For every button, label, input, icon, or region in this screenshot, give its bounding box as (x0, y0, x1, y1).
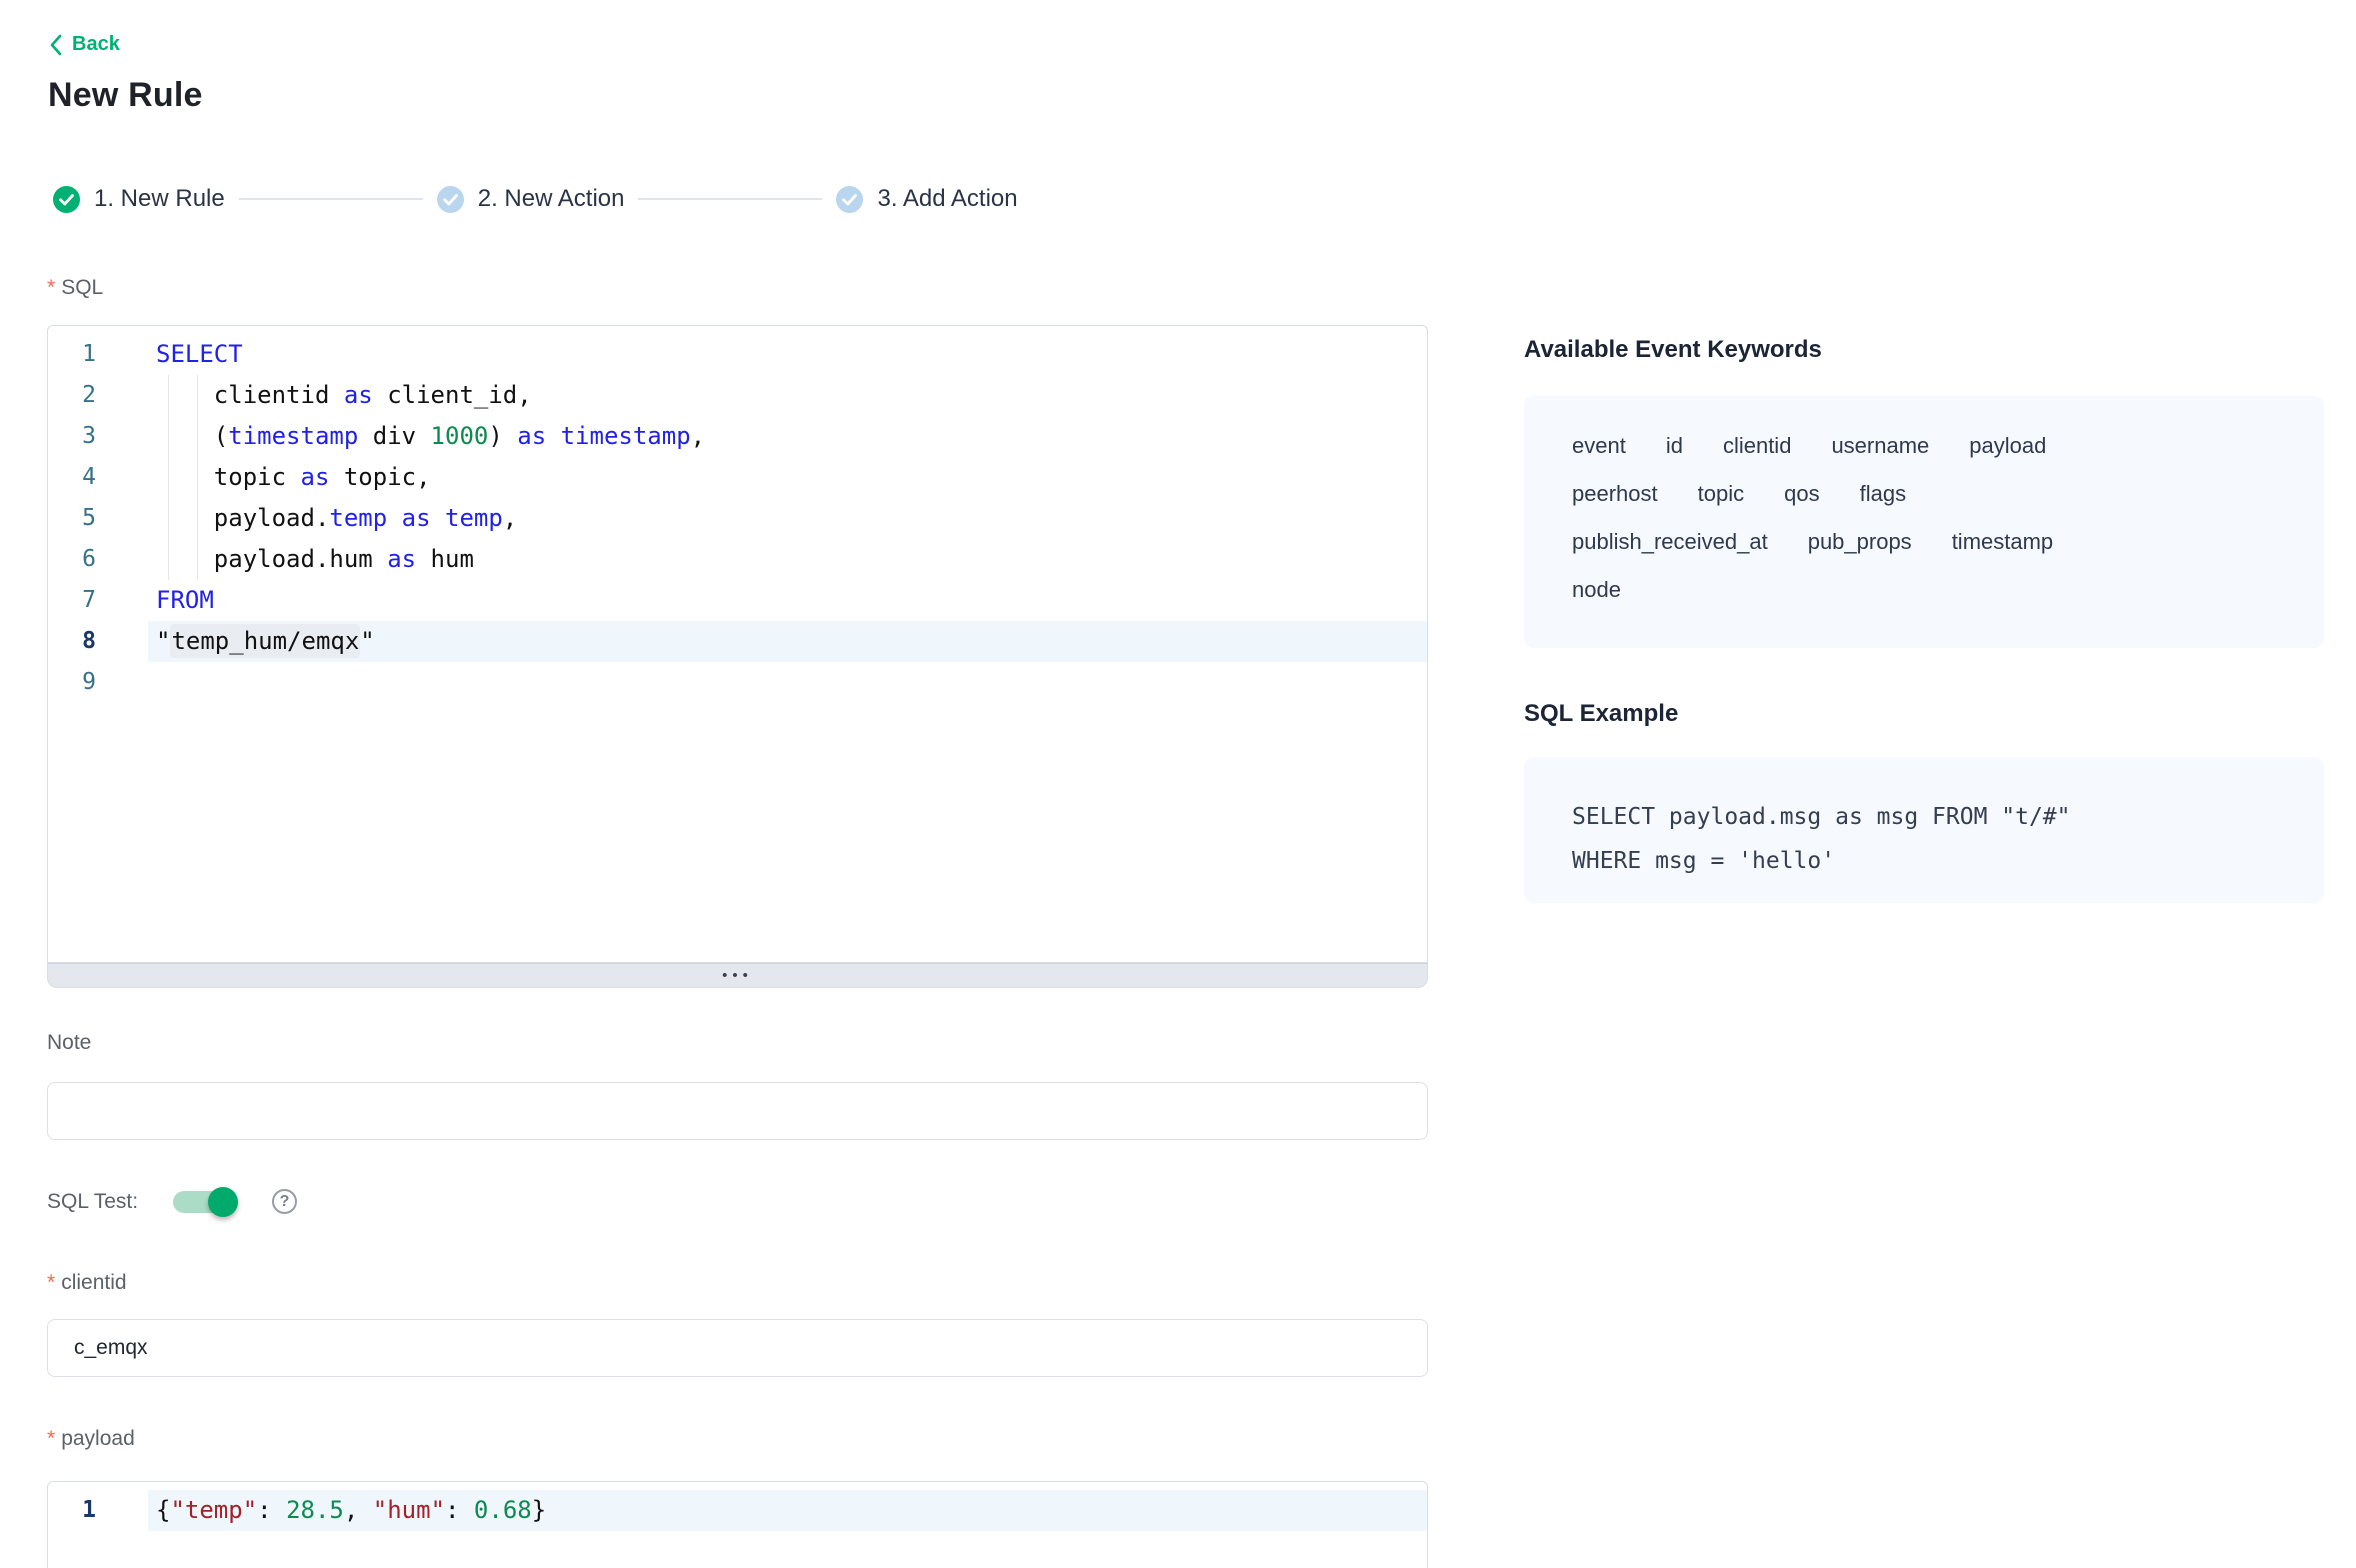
step-label: 1. New Rule (94, 185, 225, 213)
keyword-row: peerhost topic qos flags (1572, 470, 2284, 518)
event-keyword[interactable]: event (1572, 433, 1626, 459)
steps-bar: 1. New Rule 2. New Action 3. Add Action (53, 185, 1018, 213)
sql-test-toggle[interactable] (173, 1191, 236, 1213)
event-keyword[interactable]: flags (1860, 481, 1906, 507)
event-keyword[interactable]: pub_props (1808, 529, 1912, 555)
code-text: (timestamp div 1000) as timestamp, (96, 416, 705, 457)
sql-code-editor[interactable]: 1SELECT2 clientid as client_id,3 (timest… (47, 325, 1428, 963)
event-keyword[interactable]: topic (1698, 481, 1744, 507)
step-label: 3. Add Action (877, 185, 1017, 213)
indent-guide (197, 375, 198, 580)
keywords-title: Available Event Keywords (1524, 336, 1822, 364)
code-text: FROM (96, 580, 214, 621)
sql-example-line: SELECT payload.msg as msg FROM "t/#" (1572, 795, 2284, 839)
event-keyword[interactable]: clientid (1723, 433, 1791, 459)
payload-field-label: *payload (47, 1427, 135, 1451)
event-keyword[interactable]: username (1831, 433, 1929, 459)
code-line: 3 (timestamp div 1000) as timestamp, (48, 416, 1427, 457)
clientid-input[interactable] (47, 1319, 1428, 1377)
toggle-knob (208, 1187, 238, 1217)
line-number: 3 (48, 416, 96, 457)
line-number: 2 (48, 375, 96, 416)
code-text: payload.hum as hum (96, 539, 474, 580)
line-number: 1 (48, 1490, 96, 1531)
line-number: 1 (48, 334, 96, 375)
step-item[interactable]: 3. Add Action (836, 185, 1017, 213)
line-number: 7 (48, 580, 96, 621)
code-text (96, 662, 156, 703)
sql-test-row: SQL Test: ? (47, 1189, 297, 1214)
check-circle-icon (437, 186, 464, 213)
note-field-label: Note (47, 1031, 91, 1055)
step-item[interactable]: 2. New Action (437, 185, 625, 213)
required-asterisk: * (47, 1427, 55, 1450)
code-line: 2 clientid as client_id, (48, 375, 1427, 416)
line-number: 9 (48, 662, 96, 703)
code-line: 1{"temp": 28.5, "hum": 0.68} (48, 1490, 1427, 1531)
code-line: 1SELECT (48, 334, 1427, 375)
code-text: "temp_hum/emqx" (96, 621, 375, 662)
code-line: 9 (48, 662, 1427, 703)
sql-example-line: WHERE msg = 'hello' (1572, 839, 2284, 883)
code-line: 7FROM (48, 580, 1427, 621)
step-label: 2. New Action (478, 185, 625, 213)
back-button[interactable]: Back (49, 33, 120, 56)
code-text: clientid as client_id, (96, 375, 532, 416)
required-asterisk: * (47, 276, 55, 299)
line-number: 6 (48, 539, 96, 580)
code-line: 6 payload.hum as hum (48, 539, 1427, 580)
code-line: 5 payload.temp as temp, (48, 498, 1427, 539)
event-keyword[interactable]: node (1572, 577, 1621, 603)
code-text: payload.temp as temp, (96, 498, 517, 539)
required-asterisk: * (47, 1271, 55, 1294)
payload-code-lines: 1{"temp": 28.5, "hum": 0.68} (48, 1482, 1427, 1568)
sql-field-label: *SQL (47, 276, 103, 300)
keyword-row: node (1572, 566, 2284, 614)
resize-dots-icon: ••• (722, 971, 753, 981)
chevron-left-icon (49, 34, 62, 56)
code-text: topic as topic, (96, 457, 431, 498)
step-connector (638, 198, 822, 200)
page-title: New Rule (48, 76, 203, 115)
check-circle-icon (836, 186, 863, 213)
event-keyword[interactable]: qos (1784, 481, 1819, 507)
event-keyword[interactable]: publish_received_at (1572, 529, 1768, 555)
event-keyword[interactable]: timestamp (1952, 529, 2053, 555)
event-keyword[interactable]: id (1666, 433, 1683, 459)
code-line: 4 topic as topic, (48, 457, 1427, 498)
help-icon[interactable]: ? (272, 1189, 297, 1214)
back-label: Back (72, 33, 120, 56)
step-connector (239, 198, 423, 200)
sql-test-label: SQL Test: (47, 1190, 138, 1214)
event-keyword[interactable]: peerhost (1572, 481, 1658, 507)
sql-code-lines: 1SELECT2 clientid as client_id,3 (timest… (48, 326, 1427, 962)
clientid-field-label: *clientid (47, 1271, 127, 1295)
event-keyword[interactable]: payload (1969, 433, 2046, 459)
step-item[interactable]: 1. New Rule (53, 185, 225, 213)
check-circle-icon (53, 186, 80, 213)
note-input[interactable] (47, 1082, 1428, 1140)
code-line: 8"temp_hum/emqx" (48, 621, 1427, 662)
line-number: 4 (48, 457, 96, 498)
sql-example-title: SQL Example (1524, 700, 1678, 728)
line-number: 8 (48, 621, 96, 662)
keyword-row: publish_received_at pub_props timestamp (1572, 518, 2284, 566)
sql-editor-resize-handle[interactable]: ••• (47, 963, 1428, 988)
indent-guide (168, 375, 169, 580)
line-number: 5 (48, 498, 96, 539)
code-text: {"temp": 28.5, "hum": 0.68} (96, 1490, 546, 1531)
keyword-row: event id clientid username payload (1572, 422, 2284, 470)
code-text: SELECT (96, 334, 243, 375)
sql-example-panel: SELECT payload.msg as msg FROM "t/#"WHER… (1524, 757, 2324, 903)
keywords-panel: event id clientid username payload peerhost to… (1524, 396, 2324, 648)
payload-code-editor[interactable]: 1{"temp": 28.5, "hum": 0.68} (47, 1481, 1428, 1568)
new-rule-page: Back New Rule 1. New Rule 2. New Action 3.… (0, 0, 2356, 1568)
